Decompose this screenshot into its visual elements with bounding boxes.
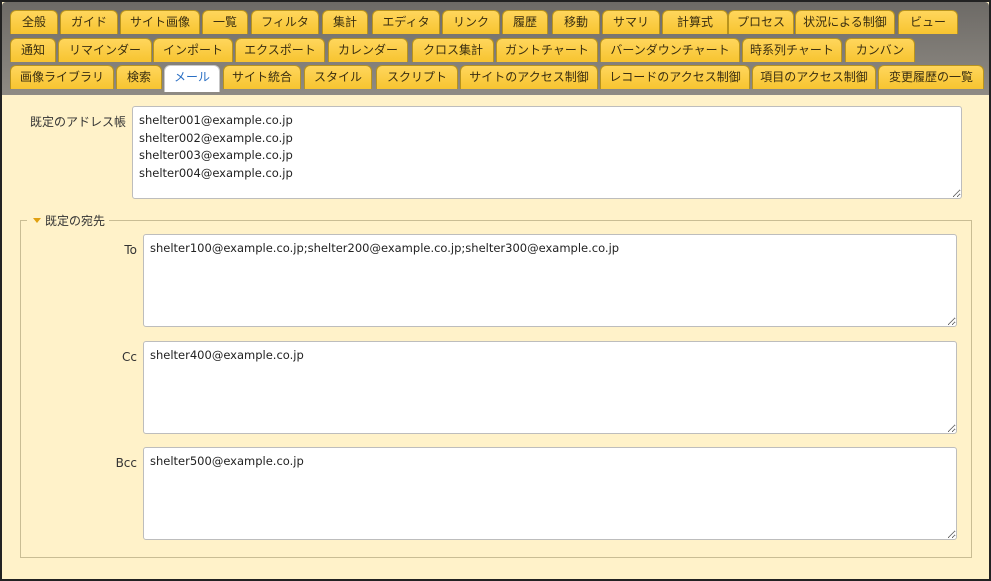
tab-row1-5[interactable]: フィルタ [251,10,319,34]
tab-row2-7[interactable]: ガントチャート [496,38,598,62]
tab-row2-4[interactable]: エクスポート [235,38,325,62]
tab-row2-9[interactable]: 時系列チャート [742,38,842,62]
tab-row1-13[interactable]: プロセス [728,10,794,34]
tab-row3-6[interactable]: スクリプト [376,65,458,89]
collapse-triangle-icon [33,218,41,223]
tab-row3-7[interactable]: サイトのアクセス制御 [460,65,598,89]
tab-row1-2[interactable]: ガイド [60,10,118,34]
default-destination-legend[interactable]: 既定の宛先 [27,212,110,229]
tab-row1-10[interactable]: 移動 [552,10,600,34]
tab-row1-15[interactable]: ビュー [898,10,958,34]
tab-row3-3[interactable]: メール [164,65,220,92]
settings-window: 全般 ガイド サイト画像 一覧 フィルタ 集計 エディタ リンク 履歴 移動 サマリ 計算式 プロセス状… [0,0,991,581]
tab-row3-5[interactable]: スタイル [304,65,372,89]
address-book-label: 既定のアドレス帳 [29,115,126,129]
tab-row3-4[interactable]: サイト統合 [223,65,301,89]
mail-settings-panel: 既定のアドレス帳 shelter001@example.co.jp shelte… [2,95,989,579]
tab-row1-14[interactable]: 状況による制御 [795,10,895,34]
tab-row1-7[interactable]: エディタ [372,10,440,34]
tab-row1-11[interactable]: サマリ [602,10,660,34]
tab-row2-10[interactable]: カンバン [845,38,915,62]
tab-row2-6[interactable]: クロス集計 [412,38,494,62]
tab-row2-3[interactable]: インポート [153,38,233,62]
bcc-label: Bcc [115,456,137,470]
to-label: To [124,243,137,257]
tab-row2-8[interactable]: バーンダウンチャート [600,38,740,62]
tab-row1-3[interactable]: サイト画像 [120,10,200,34]
to-textarea[interactable]: shelter100@example.co.jp;shelter200@exam… [143,234,957,327]
default-destination-label: 既定の宛先 [45,214,106,228]
tab-row1-1[interactable]: 全般 [10,10,58,34]
tab-row3-8[interactable]: レコードのアクセス制御 [600,65,750,89]
tab-row3-1[interactable]: 画像ライブラリ [10,65,114,89]
tab-row3-10[interactable]: 変更履歴の一覧 [878,65,984,89]
tab-row1-12[interactable]: 計算式 [662,10,728,34]
tab-row2-2[interactable]: リマインダー [58,38,152,62]
cc-label: Cc [122,350,137,364]
cc-textarea[interactable]: shelter400@example.co.jp [143,341,957,434]
tab-row2-1[interactable]: 通知 [10,38,56,62]
tab-row1-6[interactable]: 集計 [322,10,368,34]
bcc-textarea[interactable]: shelter500@example.co.jp [143,447,957,540]
tab-bar: 全般 ガイド サイト画像 一覧 フィルタ 集計 エディタ リンク 履歴 移動 サマリ 計算式 プロセス状… [2,2,989,95]
tab-row1-9[interactable]: 履歴 [502,10,548,34]
address-book-textarea[interactable]: shelter001@example.co.jp shelter002@exam… [132,106,962,199]
tab-row1-4[interactable]: 一覧 [202,10,248,34]
tab-row1-8[interactable]: リンク [442,10,500,34]
tab-row2-5[interactable]: カレンダー [328,38,408,62]
tab-row3-2[interactable]: 検索 [116,65,162,89]
tab-row3-9[interactable]: 項目のアクセス制御 [752,65,876,89]
